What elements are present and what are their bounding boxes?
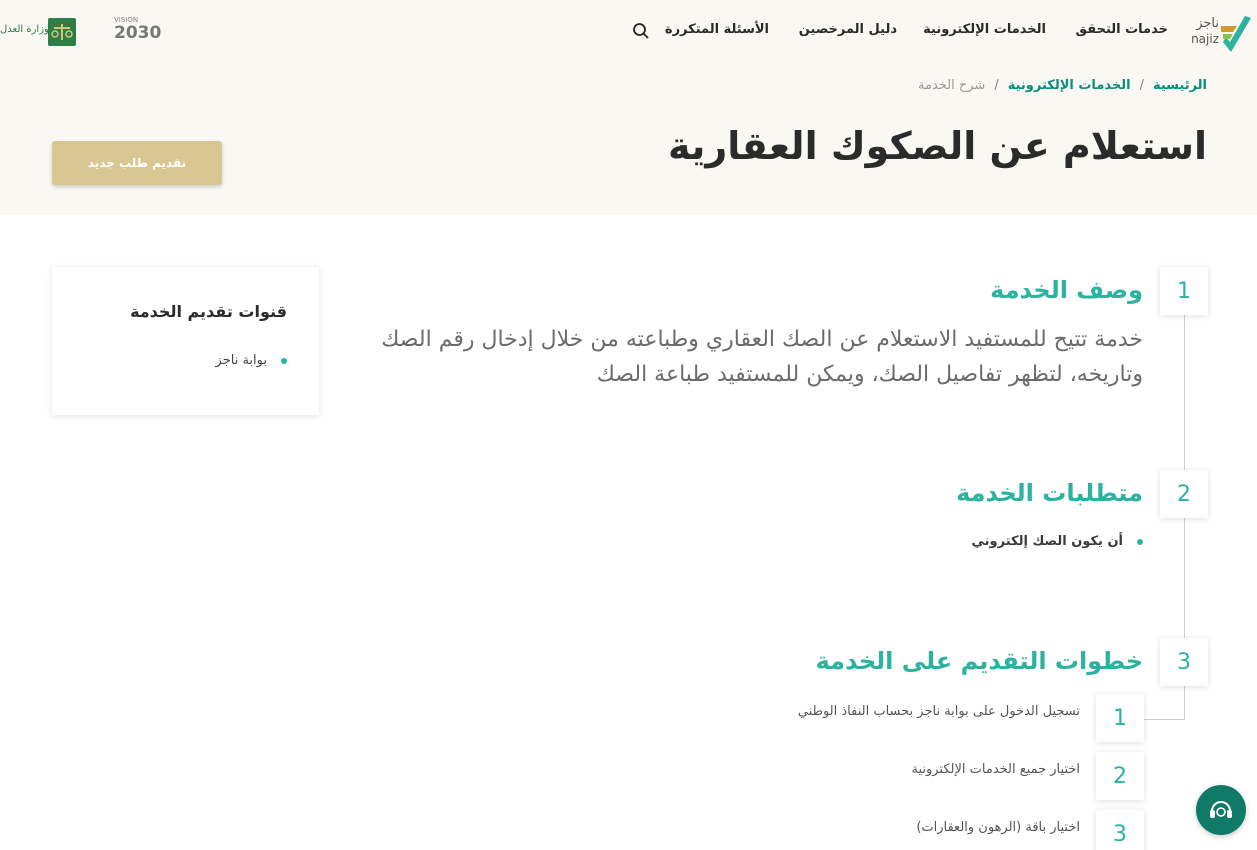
breadcrumb-separator: / <box>994 78 999 93</box>
logo-text-ar: ناجز <box>1196 16 1219 31</box>
section-title-steps: خطوات التقديم على الخدمة <box>815 647 1143 675</box>
breadcrumb-current: شرح الخدمة <box>918 78 986 93</box>
page-header: ناجز najiz خدمات التحقق الخدمات الإلكترو… <box>0 0 1257 215</box>
requirement-text: أن يكون الصك إلكتروني <box>971 534 1123 549</box>
service-channels-card: قنوات تقديم الخدمة بوابة ناجز <box>52 267 319 415</box>
channels-title: قنوات تقديم الخدمة <box>130 302 287 321</box>
step-number-3: 3 <box>1096 810 1144 850</box>
vision-year: 2030 <box>114 23 162 43</box>
section-number-3: 3 <box>1160 638 1208 686</box>
breadcrumb-eservices[interactable]: الخدمات الإلكترونية <box>1008 78 1131 93</box>
step-text-1: تسجيل الدخول على بوابة ناجز بحساب النفاذ… <box>797 704 1080 719</box>
bullet-icon <box>281 357 287 364</box>
logo-text-en: najiz <box>1191 32 1219 46</box>
section-number-2: 2 <box>1160 470 1208 518</box>
service-description: خدمة تتيح للمستفيد الاستعلام عن الصك الع… <box>381 327 1143 387</box>
vision-2030-logo: VISION 2030 <box>114 16 162 48</box>
channel-item[interactable]: بوابة ناجز <box>216 353 287 368</box>
step-text-3: اختيار باقة (الرهون والعقارات) <box>916 820 1080 835</box>
breadcrumb: الرئيسية / الخدمات الإلكترونية / شرح الخدمة <box>918 78 1207 93</box>
nav-licensees-guide[interactable]: دليل المرخصين <box>799 22 897 37</box>
nav-verification-services[interactable]: خدمات التحقق <box>1076 22 1169 37</box>
timeline-connector <box>1143 719 1185 720</box>
search-icon[interactable] <box>632 22 650 40</box>
headset-icon <box>1210 801 1232 818</box>
moj-label: وزارة العدل <box>0 24 49 35</box>
najiz-logo[interactable]: ناجز najiz <box>1191 12 1255 56</box>
breadcrumb-home[interactable]: الرئيسية <box>1153 78 1207 93</box>
section-title-description: وصف الخدمة <box>990 276 1143 304</box>
section-number-1: 1 <box>1160 267 1208 315</box>
channel-label: بوابة ناجز <box>215 353 267 368</box>
moj-emblem-icon <box>48 18 76 46</box>
nav-eservices[interactable]: الخدمات الإلكترونية <box>923 22 1046 37</box>
section-title-requirements: متطلبات الخدمة <box>956 479 1143 507</box>
support-chat-button[interactable] <box>1196 785 1246 835</box>
ministry-of-justice-logo: وزارة العدل <box>0 14 80 50</box>
requirement-item: أن يكون الصك إلكتروني <box>972 534 1143 549</box>
step-number-1: 1 <box>1096 694 1144 742</box>
top-nav: ناجز najiz خدمات التحقق الخدمات الإلكترو… <box>0 0 1257 64</box>
breadcrumb-separator: / <box>1139 78 1144 93</box>
new-request-button[interactable]: تقديم طلب جديد <box>52 141 222 185</box>
nav-faq[interactable]: الأسئلة المتكررة <box>665 22 769 37</box>
page-title: استعلام عن الصكوك العقارية <box>668 124 1207 168</box>
step-number-2: 2 <box>1096 752 1144 800</box>
bullet-icon <box>1137 538 1143 545</box>
step-text-2: اختيار جميع الخدمات الإلكترونية <box>911 762 1080 777</box>
